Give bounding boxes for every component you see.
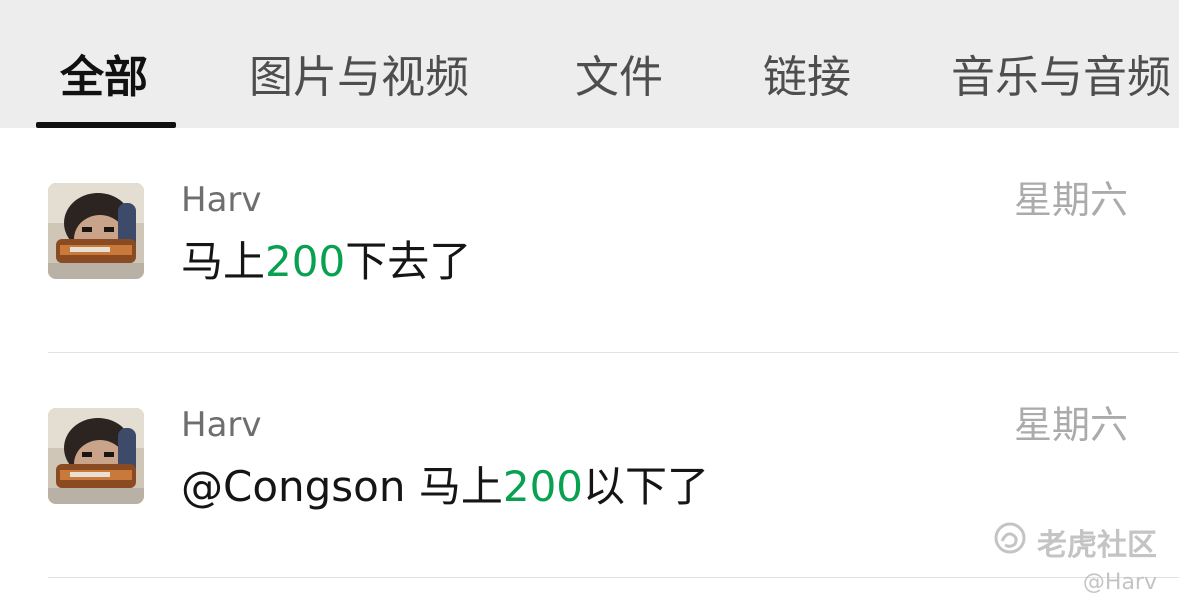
content-text: 下去了 xyxy=(345,237,472,286)
content-text: 马上 xyxy=(181,237,266,286)
watermark-brand: 老虎社区 xyxy=(1037,528,1157,563)
watermark-user: @Harv xyxy=(1082,570,1157,595)
tab-images-videos[interactable]: 图片与视频 xyxy=(249,50,469,106)
message-content: @Congson 马上200以下了 xyxy=(181,461,709,513)
watermark: 老虎社区 xyxy=(993,521,1157,563)
divider xyxy=(48,577,1179,578)
avatar[interactable] xyxy=(48,183,144,279)
tab-links[interactable]: 链接 xyxy=(763,50,851,106)
sender-name: Harv xyxy=(181,405,262,445)
content-number: 200 xyxy=(502,462,584,511)
message-content: 马上200下去了 xyxy=(181,236,471,288)
message-time: 星期六 xyxy=(1013,178,1128,222)
content-text: @Congson 马上 xyxy=(181,462,503,511)
tab-all[interactable]: 全部 xyxy=(60,50,148,106)
content-text: 以下了 xyxy=(583,462,710,511)
content-number: 200 xyxy=(265,237,346,286)
message-time: 星期六 xyxy=(1013,403,1128,447)
message-row[interactable]: Harv 星期六 马上200下去了 xyxy=(0,128,1179,353)
tab-music-audio[interactable]: 音乐与音频 xyxy=(951,50,1171,106)
search-category-tabs: 全部 图片与视频 文件 链接 音乐与音频 xyxy=(0,0,1179,128)
tab-files[interactable]: 文件 xyxy=(575,50,663,106)
sender-name: Harv xyxy=(181,180,262,220)
tiger-community-logo-icon xyxy=(993,521,1027,563)
avatar[interactable] xyxy=(48,408,144,504)
